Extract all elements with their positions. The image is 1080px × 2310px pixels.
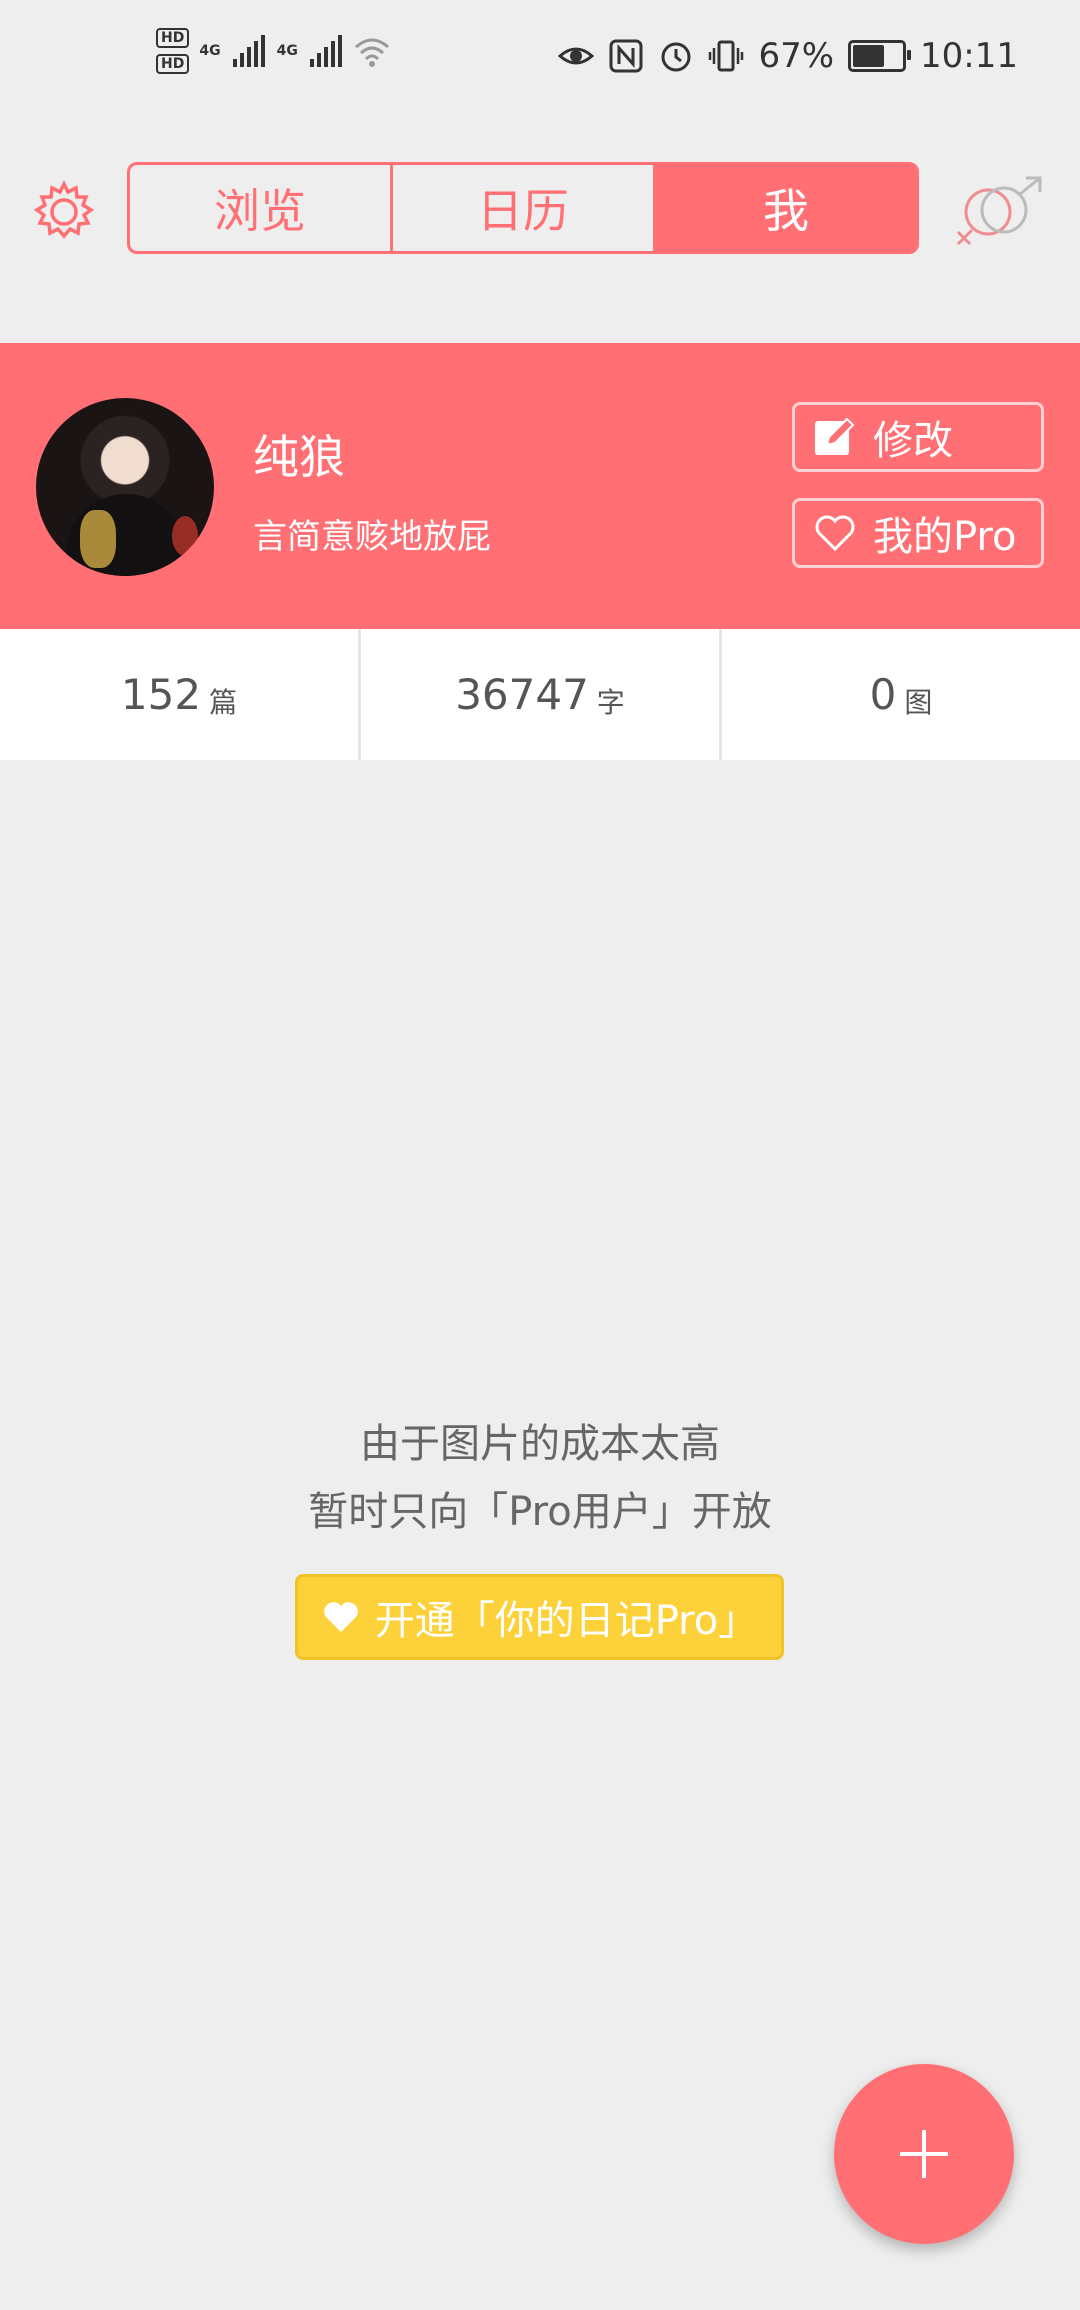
eye-icon	[558, 47, 595, 65]
edit-label: 修改	[873, 418, 953, 464]
notice-line-2: 暂时只向「Pro用户」开放	[308, 1489, 772, 1535]
signal-icon	[309, 35, 342, 67]
tab-calendar[interactable]: 日历	[390, 165, 653, 251]
avatar[interactable]	[36, 398, 214, 576]
gender-icon[interactable]	[952, 174, 1048, 254]
top-header: 浏览 日历 我	[0, 140, 1080, 280]
alarm-icon	[661, 42, 691, 72]
stat-unit: 图	[904, 685, 933, 719]
edit-profile-button[interactable]: 修改	[792, 402, 1044, 472]
heart-icon	[815, 515, 855, 552]
plus-icon	[900, 2130, 948, 2178]
tab-browse[interactable]: 浏览	[130, 165, 390, 251]
hd2-badge: HD	[156, 54, 190, 74]
status-bar: HD HD 4G 4G 67% 10:11	[0, 0, 1080, 120]
notice-line-1: 由于图片的成本太高	[360, 1421, 720, 1467]
sim2-network-label: 4G	[276, 43, 298, 59]
battery-percent: 67%	[758, 36, 835, 76]
vibrate-icon	[709, 40, 744, 72]
nfc-icon	[609, 39, 643, 73]
stat-images: 0 图	[719, 629, 1080, 760]
view-tabs: 浏览 日历 我	[127, 162, 919, 254]
stat-value: 36747	[455, 670, 589, 719]
signal-icon	[232, 35, 265, 67]
my-pro-button[interactable]: 我的Pro	[792, 498, 1044, 568]
status-left: HD HD 4G 4G	[156, 28, 390, 74]
battery-icon	[848, 40, 912, 72]
unlock-pro-label: 开通「你的日记Pro」	[374, 1598, 759, 1644]
clock: 10:11	[920, 36, 1018, 76]
wifi-icon	[354, 38, 389, 67]
edit-icon	[815, 417, 855, 455]
my-pro-label: 我的Pro	[873, 514, 1017, 560]
user-bio: 言简意赅地放屁	[253, 517, 491, 557]
tab-me[interactable]: 我	[653, 165, 916, 251]
avatar-accent	[172, 516, 198, 556]
status-right: 67% 10:11	[558, 36, 1018, 76]
username: 纯狼	[253, 430, 345, 484]
stat-unit: 字	[596, 685, 625, 719]
gear-icon[interactable]	[30, 178, 98, 246]
stats-bar: 152 篇 36747 字 0 图	[0, 629, 1080, 760]
profile-card: 纯狼 言简意赅地放屁 修改 我的Pro	[0, 343, 1080, 629]
hd1-badge: HD	[156, 28, 190, 48]
stat-words: 36747 字	[358, 629, 719, 760]
stat-unit: 篇	[209, 685, 238, 719]
battery-fill	[853, 45, 884, 67]
sim1-network-label: 4G	[199, 43, 221, 59]
stat-value: 0	[869, 670, 897, 719]
add-entry-button[interactable]	[834, 2064, 1014, 2244]
stat-entries: 152 篇	[0, 629, 358, 760]
avatar-ornament	[80, 510, 116, 568]
stat-value: 152	[120, 670, 202, 719]
heart-icon	[323, 1602, 358, 1632]
hd-indicators: HD HD	[156, 28, 190, 74]
pro-notice: 由于图片的成本太高 暂时只向「Pro用户」开放	[0, 1410, 1080, 1546]
unlock-pro-button[interactable]: 开通「你的日记Pro」	[295, 1574, 784, 1660]
